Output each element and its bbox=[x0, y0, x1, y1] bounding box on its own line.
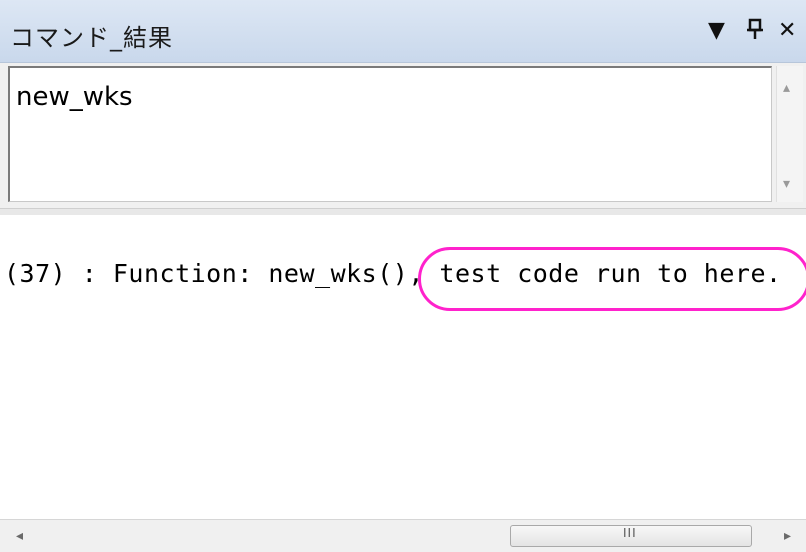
command-input-value: new_wks bbox=[16, 82, 133, 112]
results-output: (37) : Function: new_wks(), test code ru… bbox=[0, 215, 806, 519]
scroll-up-icon[interactable]: ▴ bbox=[783, 80, 790, 96]
close-icon[interactable]: ✕ bbox=[778, 18, 796, 44]
command-results-panel: コマンド_結果 ▼ ✕ new_wks ▴ ▾ (37) : Function:… bbox=[0, 0, 806, 552]
command-vertical-scrollbar[interactable]: ▴ ▾ bbox=[776, 66, 803, 202]
highlight-annotation bbox=[418, 247, 806, 311]
pin-icon[interactable] bbox=[746, 18, 764, 47]
scroll-left-icon[interactable]: ◂ bbox=[16, 528, 23, 544]
horizontal-scrollbar[interactable]: ◂ III ▸ bbox=[0, 519, 806, 552]
panel-title: コマンド_結果 bbox=[10, 24, 173, 52]
scrollbar-grip: III bbox=[623, 526, 637, 540]
command-input-area: new_wks ▴ ▾ bbox=[4, 64, 803, 206]
scroll-right-icon[interactable]: ▸ bbox=[784, 528, 791, 544]
pin-icon-svg bbox=[747, 18, 763, 39]
command-input[interactable]: new_wks bbox=[8, 66, 772, 202]
scroll-down-icon[interactable]: ▾ bbox=[783, 176, 790, 192]
scrollbar-thumb[interactable]: III bbox=[510, 525, 752, 547]
panel-titlebar: コマンド_結果 ▼ ✕ bbox=[0, 0, 806, 63]
dropdown-icon[interactable]: ▼ bbox=[708, 18, 725, 44]
